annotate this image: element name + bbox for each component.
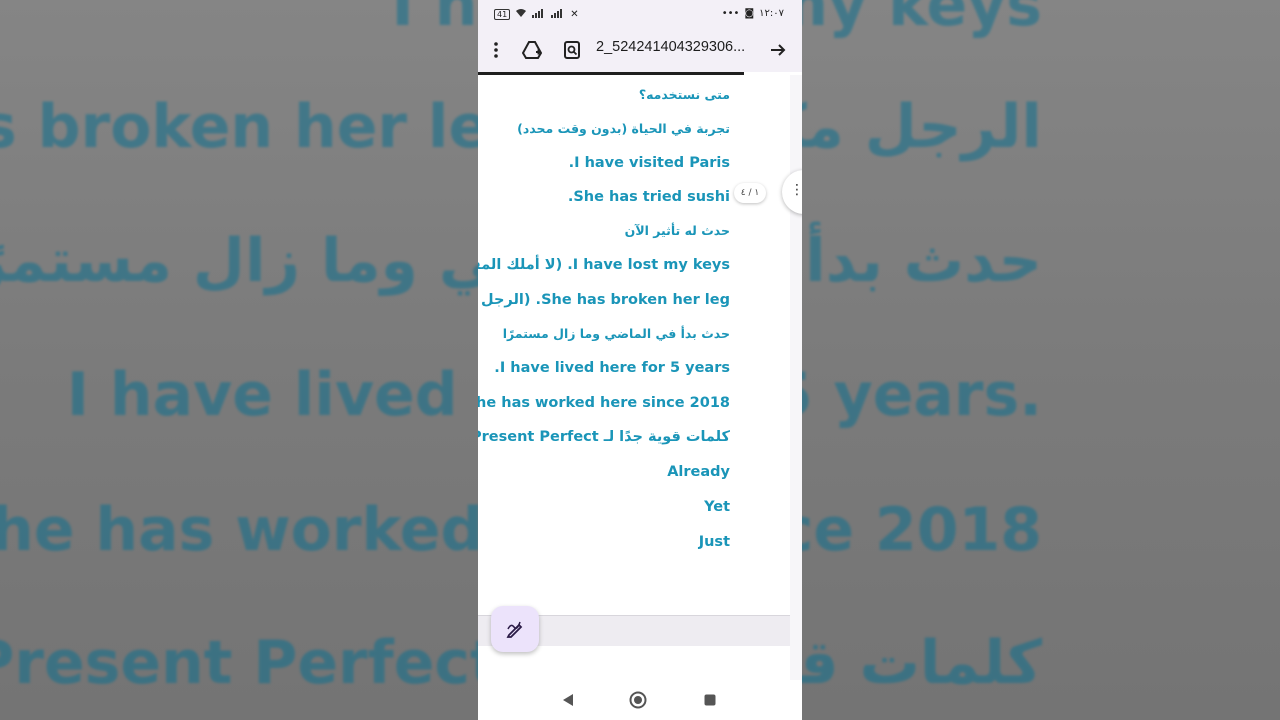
drive-add-icon[interactable] (520, 38, 544, 62)
recents-square-icon[interactable] (700, 690, 720, 710)
back-triangle-icon[interactable] (558, 690, 578, 710)
edit-pen-icon[interactable] (491, 606, 539, 652)
document-line: تجربة في الحياة (بدون وقت محدد) (517, 121, 730, 136)
more-notifications-icon: ••• (721, 8, 740, 19)
drag-handle-icon: ⋮⋮ (790, 182, 802, 198)
document-line: Already (667, 464, 730, 480)
vibrate-off-icon: ✕ (570, 9, 579, 20)
more-vert-icon[interactable] (484, 38, 508, 62)
document-line: متى نستخدمه؟ (638, 87, 730, 102)
document-line: حدث له تأثير الآن (624, 223, 730, 238)
document-line: I have visited Paris. (568, 155, 730, 171)
battery-icon: 41 (494, 9, 511, 20)
scroll-track[interactable] (790, 75, 802, 680)
viewer-toolbar: 2_524241404329306... (478, 28, 802, 72)
status-bar: 41 ✕ ••• ◙ ١٢:٠٧ (478, 0, 802, 28)
document-line: I have lost my keys. (لا أملك المفاتيح ا… (478, 257, 730, 273)
notification-icon: ◙ (744, 8, 755, 19)
arrow-forward-icon[interactable] (766, 38, 790, 62)
system-nav-bar (478, 680, 802, 720)
wifi-icon (515, 8, 527, 21)
page-indicator: ١ / ٤ (734, 183, 766, 203)
clock: ١٢:٠٧ (759, 8, 784, 19)
document-line: كلمات قوية جدًا لـ Present Perfect: (478, 429, 730, 445)
document-line: Just (698, 534, 730, 550)
document-line: She has worked here since 2018. (478, 395, 730, 411)
phone-screen: 41 ✕ ••• ◙ ١٢:٠٧ 2_524241404329306... مت… (478, 0, 802, 720)
home-circle-icon[interactable] (628, 690, 648, 710)
document-line: She has tried sushi. (567, 189, 730, 205)
document-line: She has broken her leg. (الرجل مكسورة (478, 292, 730, 308)
signal-icon (532, 8, 546, 21)
pdf-viewer[interactable]: متى نستخدمه؟ تجربة في الحياة (بدون وقت مح… (478, 75, 802, 686)
document-line: I have lived here for 5 years. (494, 360, 730, 376)
document-line: حدث بدأ في الماضي وما زال مستمرًا (502, 326, 730, 341)
signal-icon-2 (551, 8, 565, 21)
document-line: Yet (704, 499, 730, 515)
document-title: 2_524241404329306... (596, 39, 746, 55)
find-in-page-icon[interactable] (560, 38, 584, 62)
pdf-page: متى نستخدمه؟ تجربة في الحياة (بدون وقت مح… (478, 75, 790, 616)
